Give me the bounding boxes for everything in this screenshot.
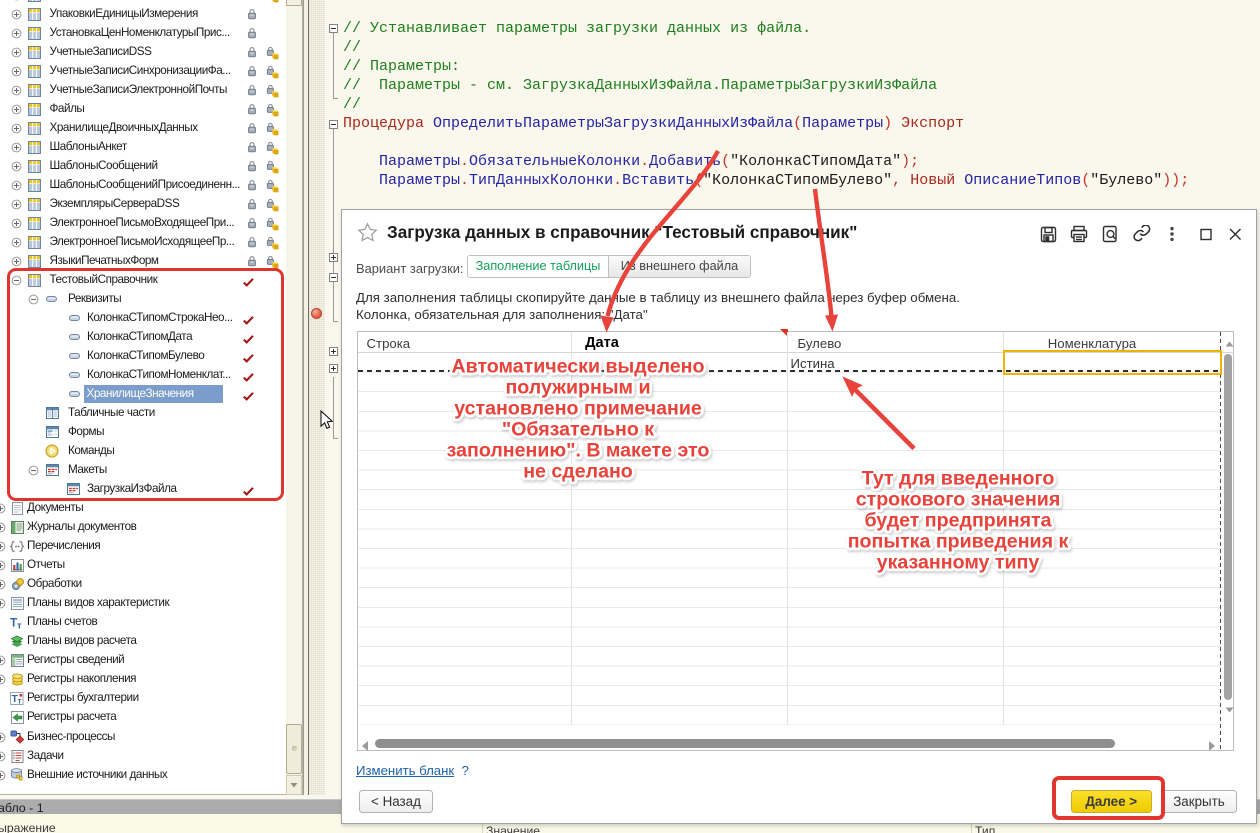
- svg-text:т: т: [17, 620, 22, 629]
- svg-text:т: т: [18, 696, 22, 705]
